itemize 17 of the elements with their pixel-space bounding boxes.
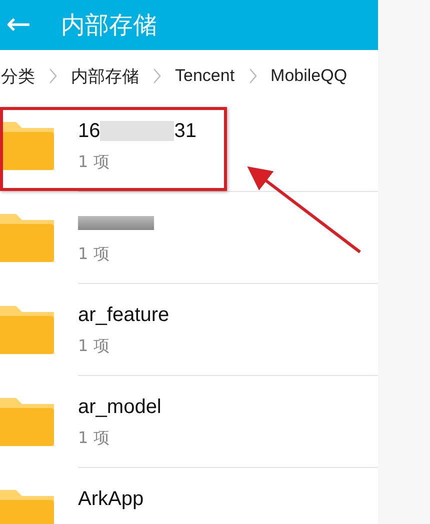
breadcrumb-link[interactable]: 分类 — [1, 64, 35, 88]
breadcrumb-link[interactable]: MobileQQ — [270, 66, 348, 86]
item-count: 1 项 — [78, 152, 110, 173]
breadcrumb-link[interactable]: Tencent — [175, 66, 235, 86]
item-count: 1 项 — [78, 244, 110, 265]
chevron-icon — [49, 68, 57, 84]
chevron-icon — [248, 68, 257, 84]
folder-name: 31 — [174, 120, 196, 142]
item-count: 1 项 — [78, 428, 110, 449]
folder-name: ar_feature — [78, 304, 170, 326]
folder-name: 16 — [78, 120, 100, 142]
item-count: 1 项 — [78, 336, 110, 357]
chevron-icon — [153, 68, 161, 84]
folder-name: ar_model — [78, 396, 162, 418]
screen-title: 内部存储 — [61, 10, 158, 41]
breadcrumb-link[interactable]: 内部存储 — [71, 64, 139, 88]
folder-name: ArkApp — [78, 488, 144, 510]
